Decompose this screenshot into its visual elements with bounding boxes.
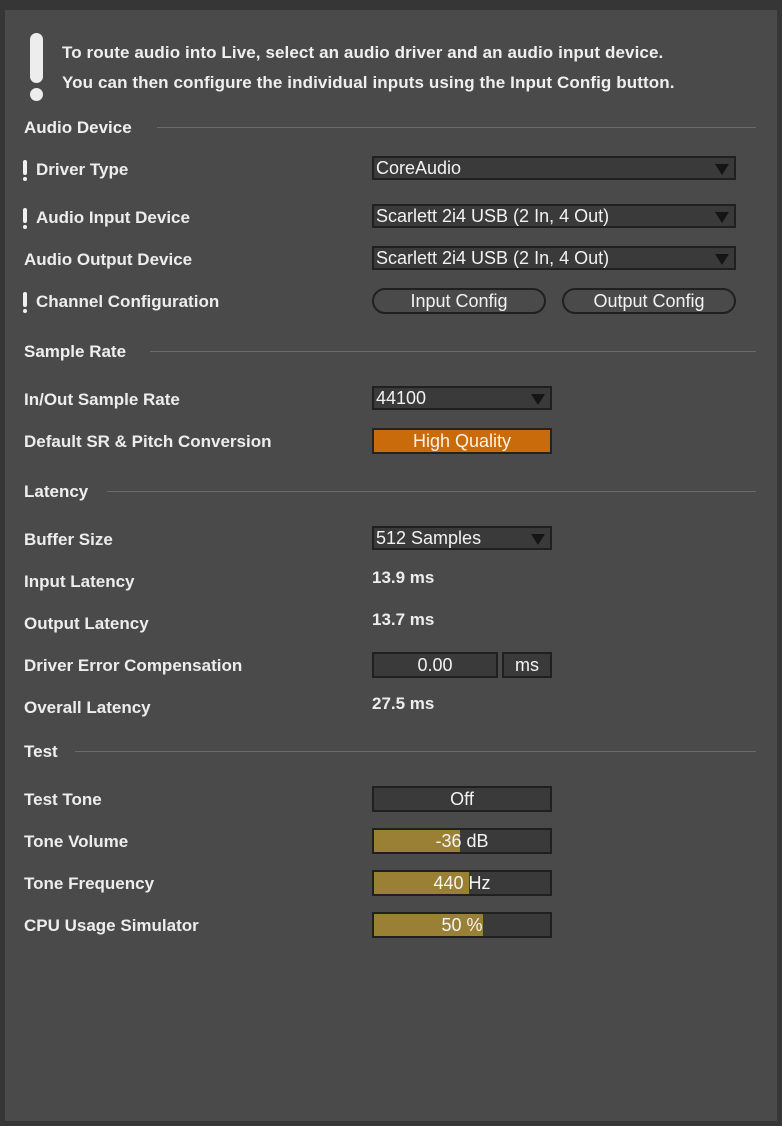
tone-frequency-value: 440 — [433, 873, 464, 893]
audio-input-device-label: Audio Input Device — [36, 208, 190, 227]
cpu-usage-simulator-slider[interactable]: 50 % — [372, 912, 552, 938]
audio-input-device-dropdown[interactable]: Scarlett 2i4 USB (2 In, 4 Out) — [372, 204, 736, 228]
channel-configuration-label: Channel Configuration — [36, 292, 220, 311]
driver-type-dropdown[interactable]: CoreAudio — [372, 156, 736, 180]
section-sample-rate: Sample Rate — [24, 342, 127, 361]
audio-output-device-value: Scarlett 2i4 USB (2 In, 4 Out) — [376, 248, 610, 268]
section-audio-device: Audio Device — [24, 118, 132, 137]
input-config-button[interactable]: Input Config — [372, 288, 546, 314]
input-latency-value: 13.9 ms — [372, 568, 435, 587]
driver-type-label: Driver Type — [36, 160, 129, 179]
sr-pitch-conversion-label: Default SR & Pitch Conversion — [24, 432, 272, 451]
section-test: Test — [24, 742, 58, 761]
dropdown-arrow-icon — [715, 164, 729, 175]
in-out-sample-rate-label: In/Out Sample Rate — [24, 390, 180, 409]
divider — [107, 491, 756, 492]
info-text-line-1: To route audio into Live, select an audi… — [62, 43, 664, 62]
input-latency-label: Input Latency — [24, 572, 135, 591]
output-config-button[interactable]: Output Config — [562, 288, 736, 314]
output-latency-label: Output Latency — [24, 614, 149, 633]
audio-output-device-label: Audio Output Device — [24, 250, 193, 269]
sample-rate-dropdown[interactable]: 44100 — [372, 386, 552, 410]
cpu-usage-unit: % — [466, 915, 483, 935]
buffer-size-label: Buffer Size — [24, 530, 113, 549]
test-tone-label: Test Tone — [24, 790, 102, 809]
sample-rate-value: 44100 — [376, 388, 427, 408]
section-latency: Latency — [24, 482, 89, 501]
buffer-size-dropdown[interactable]: 512 Samples — [372, 526, 552, 550]
info-text-line-2: You can then configure the individual in… — [62, 73, 675, 92]
divider — [150, 351, 756, 352]
tone-frequency-unit: Hz — [468, 873, 491, 893]
high-quality-toggle[interactable]: High Quality — [372, 428, 552, 454]
warning-icon — [23, 208, 27, 229]
driver-error-compensation-field[interactable]: 0.00 — [372, 652, 498, 678]
test-tone-toggle[interactable]: Off — [372, 786, 552, 812]
tone-volume-label: Tone Volume — [24, 832, 129, 851]
output-latency-value: 13.7 ms — [372, 610, 435, 629]
ms-unit-label: ms — [502, 652, 552, 678]
overall-latency-label: Overall Latency — [24, 698, 151, 717]
tone-frequency-label: Tone Frequency — [24, 874, 155, 893]
audio-output-device-dropdown[interactable]: Scarlett 2i4 USB (2 In, 4 Out) — [372, 246, 736, 270]
exclamation-icon — [25, 33, 49, 103]
divider — [75, 751, 756, 752]
tone-volume-unit: dB — [466, 831, 489, 851]
dropdown-arrow-icon — [531, 534, 545, 545]
warning-icon — [23, 292, 27, 313]
driver-error-compensation-label: Driver Error Compensation — [24, 656, 243, 675]
tone-frequency-slider[interactable]: 440 Hz — [372, 870, 552, 896]
cpu-usage-value: 50 — [441, 915, 462, 935]
buffer-size-value: 512 Samples — [376, 528, 482, 548]
dropdown-arrow-icon — [531, 394, 545, 405]
tone-volume-value: -36 — [435, 831, 462, 851]
warning-icon — [23, 160, 27, 181]
dropdown-arrow-icon — [715, 212, 729, 223]
dropdown-arrow-icon — [715, 254, 729, 265]
cpu-usage-simulator-label: CPU Usage Simulator — [24, 916, 199, 935]
overall-latency-value: 27.5 ms — [372, 694, 435, 713]
audio-preferences-panel: To route audio into Live, select an audi… — [5, 10, 777, 1121]
driver-type-value: CoreAudio — [376, 158, 462, 178]
divider — [157, 127, 756, 128]
audio-input-device-value: Scarlett 2i4 USB (2 In, 4 Out) — [376, 206, 610, 226]
tone-volume-slider[interactable]: -36 dB — [372, 828, 552, 854]
